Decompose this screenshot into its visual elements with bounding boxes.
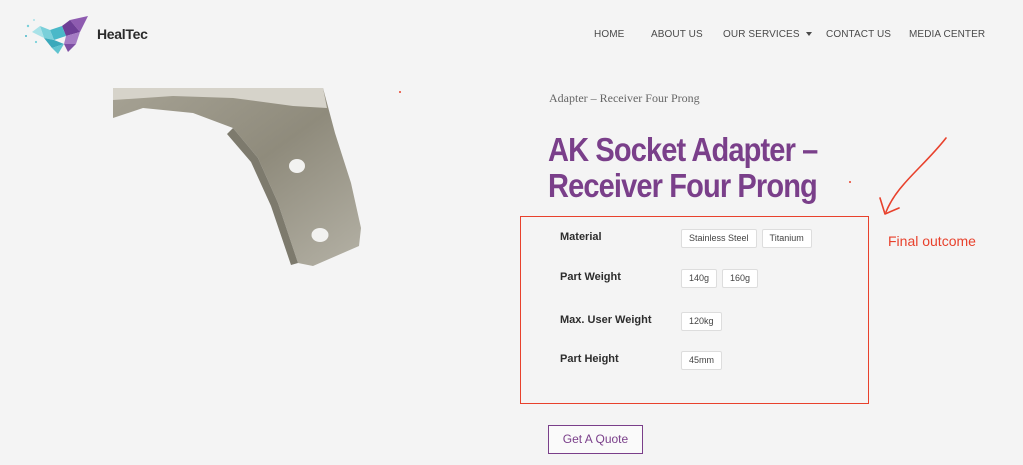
- attribute-row-material: Material Stainless Steel Titanium: [560, 228, 860, 250]
- annotation-dot: [849, 181, 851, 183]
- annotation-dot: [399, 91, 401, 93]
- product-image: [113, 88, 486, 405]
- chevron-down-icon: [805, 32, 812, 37]
- option-chip[interactable]: Titanium: [761, 229, 812, 248]
- attribute-row-max-user-weight: Max. User Weight 120kg: [560, 311, 860, 333]
- nav-our-services[interactable]: OUR SERVICES: [723, 29, 812, 40]
- site-header: HealTec HOME ABOUT US OUR SERVICES CONTA…: [0, 0, 1023, 70]
- attribute-label: Part Height: [560, 353, 619, 365]
- attribute-row-part-weight: Part Weight 140g 160g: [560, 268, 860, 290]
- option-chip[interactable]: 140g: [681, 269, 718, 288]
- product-breadcrumb: Adapter – Receiver Four Prong: [549, 91, 700, 105]
- attributes-highlight-box: Material Stainless Steel Titanium Part We…: [520, 216, 869, 404]
- annotation-arrow-icon: [879, 137, 947, 215]
- attribute-options: 45mm: [681, 350, 727, 370]
- attribute-label: Part Weight: [560, 271, 621, 283]
- nav-our-services-label: OUR SERVICES: [723, 29, 800, 40]
- option-chip[interactable]: 160g: [722, 269, 759, 288]
- attribute-options: Stainless Steel Titanium: [681, 228, 817, 248]
- get-a-quote-button[interactable]: Get A Quote: [548, 425, 643, 454]
- nav-media-center[interactable]: MEDIA CENTER: [909, 29, 985, 40]
- attribute-row-part-height: Part Height 45mm: [560, 350, 860, 372]
- product-title: AK Socket Adapter – Receiver Four Prong: [548, 131, 818, 204]
- annotation-label: Final outcome: [888, 233, 976, 249]
- nav-contact-us[interactable]: CONTACT US: [826, 29, 891, 40]
- nav-about-us[interactable]: ABOUT US: [651, 29, 703, 40]
- attribute-options: 120kg: [681, 311, 727, 331]
- main-nav: HOME ABOUT US OUR SERVICES CONTACT US ME…: [0, 29, 1023, 43]
- option-chip[interactable]: 45mm: [681, 351, 723, 370]
- option-chip[interactable]: 120kg: [681, 312, 722, 331]
- attribute-options: 140g 160g: [681, 268, 763, 288]
- attribute-label: Max. User Weight: [560, 314, 652, 326]
- nav-home[interactable]: HOME: [594, 29, 624, 40]
- option-chip[interactable]: Stainless Steel: [681, 229, 757, 248]
- attribute-label: Material: [560, 231, 602, 243]
